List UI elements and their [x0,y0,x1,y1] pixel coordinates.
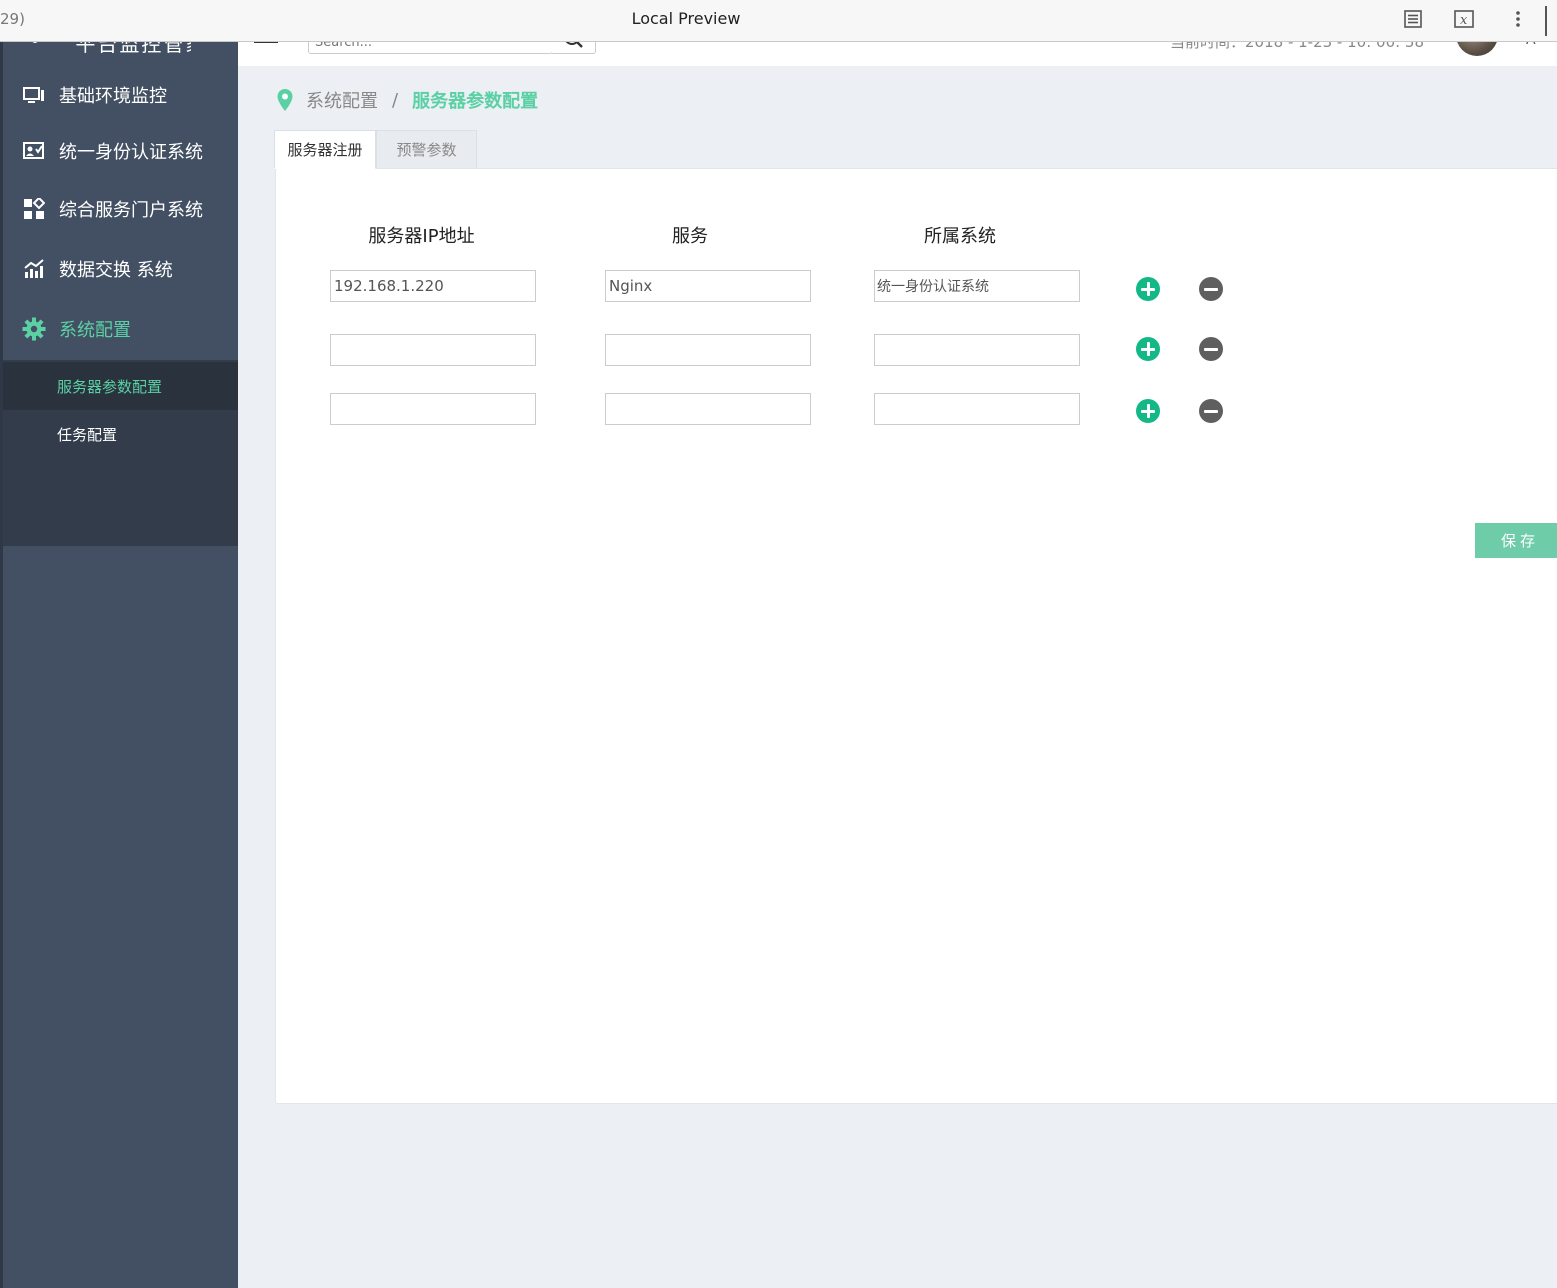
reader-icon[interactable] [1402,8,1424,30]
avatar[interactable] [1456,42,1498,56]
user-name[interactable]: A [1526,42,1536,48]
more-vert-icon[interactable] [1507,8,1529,30]
add-row-button[interactable] [1136,277,1160,301]
system-input[interactable] [874,334,1080,366]
add-row-button[interactable] [1136,399,1160,423]
submenu: 服务器参数配置 任务配置 [3,360,238,546]
column-header-ip: 服务器IP地址 [368,226,475,247]
grid-icon [22,197,46,221]
tab-label: 服务器注册 [287,141,363,159]
search-icon [565,42,583,48]
sidebar-item-label: 综合服务门户系统 [59,200,203,221]
remove-row-button[interactable] [1199,337,1223,361]
remove-row-button[interactable] [1199,277,1223,301]
sidebar-item-label: 统一身份认证系统 [59,142,203,163]
divider [1545,6,1547,36]
service-input[interactable] [605,270,811,302]
sidebar-item-service-portal[interactable]: 综合服务门户系统 [3,181,238,237]
content-panel [275,168,1557,1104]
sub-item-label: 任务配置 [57,425,118,444]
sidebar-item-label: 数据交换 系统 [59,260,173,281]
search-button[interactable] [552,42,596,54]
search-box [308,42,553,54]
monitor-icon [22,83,46,107]
sidebar-item-label: 基础环境监控 [59,86,167,107]
breadcrumb-parent[interactable]: 系统配置 [306,87,378,113]
tab-alert-params[interactable]: 预警参数 [376,130,477,169]
current-time: 当前时间：2018 - 1-23 - 10: 00: 58 [1170,42,1425,51]
location-pin-icon [277,89,293,111]
window-title: Local Preview [631,9,741,28]
search-input[interactable] [309,42,553,53]
gear-icon [22,317,46,341]
column-header-service: 服务 [672,226,708,247]
breadcrumb-current: 服务器参数配置 [412,91,539,112]
browser-toolbar: 29) Local Preview x [0,0,1557,42]
menu-toggle-icon[interactable] [254,42,278,43]
system-input[interactable] [874,393,1080,425]
variable-icon[interactable]: x [1453,8,1475,30]
column-header-system: 所属系统 [924,226,996,247]
ip-input[interactable] [330,270,536,302]
sub-item-label: 服务器参数配置 [57,377,163,396]
ip-input[interactable] [330,393,536,425]
chart-icon [22,257,46,281]
sidebar-item-infra-monitor[interactable]: 基础环境监控 [3,67,238,123]
remove-row-button[interactable] [1199,399,1223,423]
sidebar: 平台监控管家 基础环境监控 统一身份认证系统 综合服务门户系统 数据交换 系统 … [0,29,238,1288]
breadcrumb: 系统配置 / 服务器参数配置 [276,86,538,114]
top-header: 当前时间：2018 - 1-23 - 10: 00: 58 A [238,42,1557,66]
service-input[interactable] [605,334,811,366]
sidebar-item-data-exchange[interactable]: 数据交换 系统 [3,241,238,297]
add-row-button[interactable] [1136,337,1160,361]
sidebar-item-label: 系统配置 [59,320,131,341]
tab-label: 预警参数 [396,141,457,159]
tab-server-register[interactable]: 服务器注册 [274,130,376,169]
id-card-icon [22,139,46,163]
sidebar-item-identity-auth[interactable]: 统一身份认证系统 [3,123,238,179]
ip-input[interactable] [330,334,536,366]
save-button[interactable]: 保存 [1475,523,1557,558]
system-input[interactable] [874,270,1080,302]
sub-item-server-params[interactable]: 服务器参数配置 [3,362,238,410]
sidebar-item-system-config[interactable]: 系统配置 [3,301,238,357]
sub-item-task-config[interactable]: 任务配置 [3,410,238,458]
service-input[interactable] [605,393,811,425]
svg-text:x: x [1460,13,1468,28]
breadcrumb-separator: / [392,89,399,111]
